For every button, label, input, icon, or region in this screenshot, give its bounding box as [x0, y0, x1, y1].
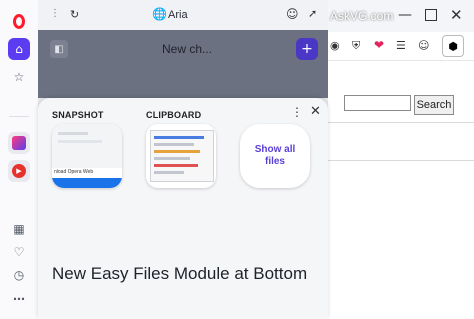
camera-icon[interactable]: ◉ — [330, 40, 340, 51]
extensions-button[interactable]: ▦ — [8, 218, 30, 240]
thumbnail-text-line — [58, 140, 102, 143]
clock-icon: ◷ — [13, 268, 25, 282]
show-all-files-button[interactable]: Show all files — [240, 124, 310, 188]
opera-sidebar: ⌂ ☆ ▶ ▦ ♡ ◷ ⋯ — [0, 0, 39, 319]
thumbnail-page-bg — [52, 124, 122, 168]
more-options-button[interactable]: ⋯ — [8, 288, 30, 310]
aria-app-button[interactable] — [8, 132, 30, 154]
snapshot-label: SNAPSHOT — [52, 110, 104, 120]
profile-icon[interactable]: ☺ — [418, 40, 429, 51]
snapshot-thumbnail[interactable]: nload Opera Web — [52, 124, 122, 188]
close-window-icon[interactable]: ✕ — [450, 8, 463, 23]
minimize-icon[interactable]: — — [398, 8, 412, 22]
thumbnail-row — [154, 136, 204, 139]
background-browser-window: AskVG.com — ✕ ◉ ⛨ ❤ ☰ ☺ ⬢ — [318, 0, 474, 319]
clipboard-label: CLIPBOARD — [146, 110, 202, 120]
thumbnail-blue-bar — [52, 178, 122, 188]
opera-logo-icon — [13, 13, 25, 29]
thumbnail-text-line — [58, 132, 88, 135]
settings-sliders-icon[interactable]: ☰ — [396, 40, 406, 51]
extensions-cube-icon[interactable]: ⬢ — [442, 35, 464, 57]
panel-title: Aria — [168, 9, 188, 21]
pin-icon[interactable]: ➚ — [308, 7, 317, 20]
globe-icon: 🌐 — [152, 7, 167, 21]
watermark: AskVG.com — [330, 9, 394, 23]
new-chat-button[interactable]: + — [296, 38, 318, 60]
history-button[interactable]: ◷ — [8, 264, 30, 286]
music-player-icon: ▶ — [12, 164, 26, 178]
close-icon[interactable]: ✕ — [310, 104, 321, 119]
chat-list-toggle-icon[interactable]: ◧ — [50, 40, 68, 58]
snapshot-preview-text: nload Opera Web — [54, 169, 94, 175]
star-icon: ☆ — [13, 70, 25, 84]
caption-text: New Easy Files Module at Bottom — [52, 264, 308, 283]
search-input[interactable] — [344, 95, 411, 111]
thumbnail-row — [154, 157, 190, 160]
clipboard-thumbnail[interactable] — [146, 124, 216, 188]
page-divider — [328, 160, 474, 161]
pinboards-button[interactable]: ♡ — [8, 241, 30, 263]
grid-icon: ▦ — [13, 222, 25, 236]
sidebar-divider — [9, 116, 29, 117]
home-icon: ⌂ — [15, 42, 23, 56]
page-divider — [328, 122, 474, 123]
heart-icon[interactable]: ❤ — [374, 39, 384, 51]
home-button[interactable]: ⌂ — [8, 38, 30, 60]
drag-handle-icon[interactable]: ⋮ — [50, 8, 60, 19]
thumbnail-row — [154, 150, 200, 153]
thumbnail-row — [154, 171, 184, 174]
search-button[interactable]: Search — [414, 95, 454, 115]
title-bar: AskVG.com — ✕ — [318, 0, 474, 32]
thumbnail-row — [154, 143, 194, 146]
show-all-files-label: Show all files — [254, 144, 296, 167]
shield-icon[interactable]: ⛨ — [352, 40, 360, 51]
more-dots-icon: ⋯ — [13, 292, 25, 306]
aria-logo-icon — [12, 136, 26, 150]
favorites-button[interactable]: ☆ — [8, 66, 30, 88]
aria-chat-header: ◧ New ch... + — [38, 30, 328, 98]
player-app-button[interactable]: ▶ — [8, 160, 30, 182]
heart-outline-icon: ♡ — [13, 245, 25, 259]
extensions-toolbar: ◉ ⛨ ❤ ☰ ☺ ⬢ — [318, 32, 474, 61]
chat-title: New ch... — [162, 42, 213, 56]
easy-files-popup: SNAPSHOT CLIPBOARD ⋮ ✕ nload Opera Web S… — [38, 98, 328, 319]
emoji-icon[interactable]: ☺ — [286, 7, 299, 21]
more-options-icon[interactable]: ⋮ — [291, 105, 303, 119]
maximize-icon[interactable] — [425, 9, 437, 21]
thumbnail-row — [154, 164, 198, 167]
aria-panel-header: ⋮ ↻ 🌐 Aria ☺ ➚ — [38, 0, 328, 30]
opera-menu-button[interactable] — [8, 10, 30, 32]
reload-icon[interactable]: ↻ — [70, 8, 79, 21]
